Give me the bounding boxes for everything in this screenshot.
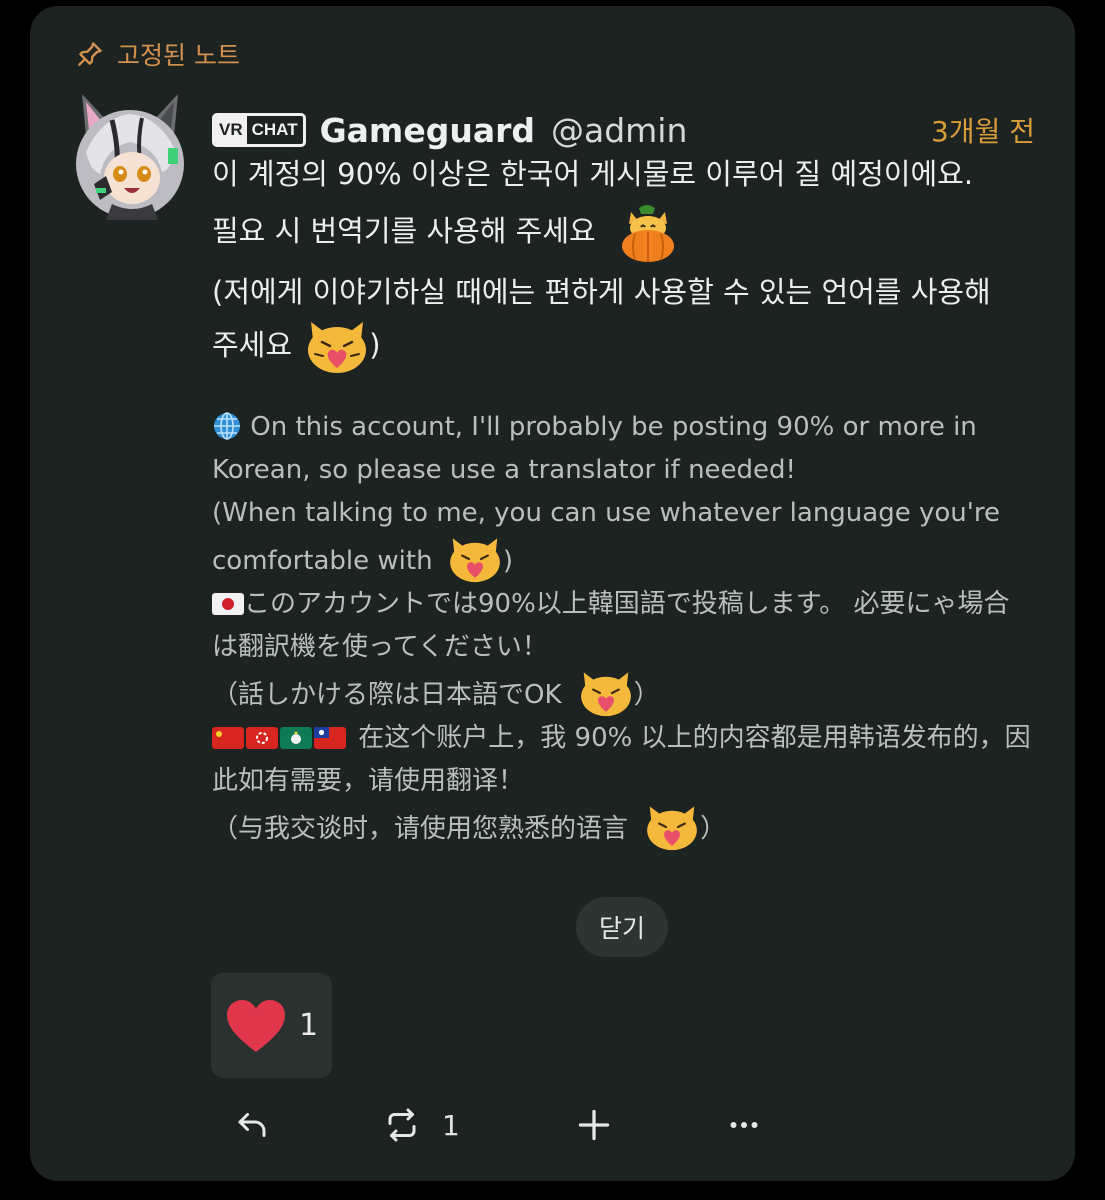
english-block: On this account, I'll probably be postin… — [212, 406, 1052, 583]
english-line-1-text: On this account, I'll probably be postin… — [242, 412, 977, 442]
korean-line-4-text: 주세요 — [212, 328, 293, 362]
chinese-line-3: （与我交谈时，请使用您熟悉的语言 ） — [212, 803, 1052, 851]
chinese-block: 在这个账户上，我 90% 以上的内容都是用韩语发布的，因 此如有需要，请使用翻译… — [212, 717, 1052, 851]
more-icon — [730, 1122, 758, 1128]
japanese-line-1: このアカウントでは90%以上韓国語で投稿します。 必要にゃ場合 — [212, 583, 1052, 626]
chinese-line-1-text: 在这个账户上，我 90% 以上的内容都是用韩语发布的，因 — [358, 723, 1031, 753]
more-options-button[interactable] — [726, 1103, 762, 1147]
japanese-line-2: は翻訳機を使ってください！ — [212, 632, 548, 662]
reply-icon — [238, 1113, 266, 1137]
korean-line-1: 이 계정의 90% 이상은 한국어 게시물로 이루어 질 예정이에요. — [212, 157, 974, 191]
renote-count: 1 — [442, 1108, 460, 1142]
cat-heart-emoji-icon — [647, 806, 698, 851]
note-header: VR CHAT Gameguard @admin 3개월 전 — [212, 106, 1035, 154]
collapse-button[interactable]: 닫기 — [576, 897, 668, 957]
reaction-count: 1 — [299, 1008, 319, 1043]
japanese-line-3: （話しかける際は日本語でOK ） — [212, 669, 1052, 717]
japan-flag-icon — [212, 593, 244, 615]
pinned-note-card: 고정된 노트 VR CHAT Gameguard @admin 3개월 전 이 … — [30, 6, 1075, 1181]
korean-line-4-close: ) — [369, 328, 381, 362]
korean-line-4: 주세요 ) — [212, 318, 1052, 376]
chinese-line-1: 在这个账户上，我 90% 以上的内容都是用韩语发布的，因 — [212, 717, 1052, 760]
english-line-4-text: comfortable with — [212, 546, 433, 576]
pumpkin-cat-emoji-icon — [605, 200, 679, 266]
english-line-1: On this account, I'll probably be postin… — [212, 406, 1052, 449]
china-flag-icon — [212, 727, 244, 749]
cat-heart-emoji-icon — [580, 672, 631, 717]
english-line-2: Korean, so please use a translator if ne… — [212, 455, 796, 485]
plus-icon — [578, 1109, 610, 1141]
note-body-translations: On this account, I'll probably be postin… — [212, 406, 1052, 851]
note-timestamp[interactable]: 3개월 전 — [931, 110, 1035, 150]
author-handle[interactable]: @admin — [551, 111, 687, 150]
avatar[interactable] — [72, 92, 188, 222]
taiwan-flag-icon — [314, 727, 346, 749]
japanese-line-3-close: ） — [633, 680, 660, 710]
heart-icon — [227, 999, 285, 1052]
renote-button[interactable]: 1 — [384, 1103, 460, 1147]
pin-icon — [78, 42, 102, 66]
hong-kong-flag-icon — [246, 727, 278, 749]
pinned-indicator: 고정된 노트 — [75, 36, 240, 72]
vrchat-badge-chat: CHAT — [251, 120, 298, 139]
cat-heart-emoji-icon — [449, 538, 500, 583]
korean-line-2: 필요 시 번역기를 사용해 주세요 — [212, 200, 1052, 266]
chinese-line-3-close: ） — [700, 814, 727, 844]
japanese-line-1-text: このアカウントでは90%以上韓国語で投稿します。 必要にゃ場合 — [244, 589, 1010, 619]
reaction-heart[interactable]: 1 — [211, 973, 332, 1078]
japanese-line-3-text: （話しかける際は日本語でOK — [212, 680, 562, 710]
macau-flag-icon — [280, 727, 312, 749]
korean-line-2-text: 필요 시 번역기를 사용해 주세요 — [212, 214, 596, 248]
add-reaction-button[interactable] — [576, 1103, 612, 1147]
renote-icon — [388, 1108, 416, 1142]
chinese-line-3-text: （与我交谈时，请使用您熟悉的语言 — [212, 814, 629, 844]
chinese-line-2: 此如有需要，请使用翻译！ — [212, 766, 525, 796]
note-body-korean: 이 계정의 90% 이상은 한국어 게시물로 이루어 질 예정이에요. 필요 시… — [212, 148, 1052, 376]
english-line-4-close: ) — [502, 546, 513, 576]
pinned-label: 고정된 노트 — [117, 41, 240, 70]
cat-heart-emoji-icon — [301, 318, 369, 376]
author-display-name[interactable]: Gameguard — [320, 111, 535, 150]
english-line-3: (When talking to me, you can use whateve… — [212, 498, 1001, 528]
vrchat-badge: VR CHAT — [212, 113, 306, 147]
globe-icon — [212, 412, 242, 442]
korean-line-3: (저에게 이야기하실 때에는 편하게 사용할 수 있는 언어를 사용해 — [212, 275, 991, 309]
reply-button[interactable] — [234, 1103, 270, 1147]
vrchat-badge-vr: VR — [215, 116, 247, 144]
english-line-4: comfortable with ) — [212, 535, 1052, 583]
japanese-block: このアカウントでは90%以上韓国語で投稿します。 必要にゃ場合 は翻訳機を使って… — [212, 583, 1052, 717]
